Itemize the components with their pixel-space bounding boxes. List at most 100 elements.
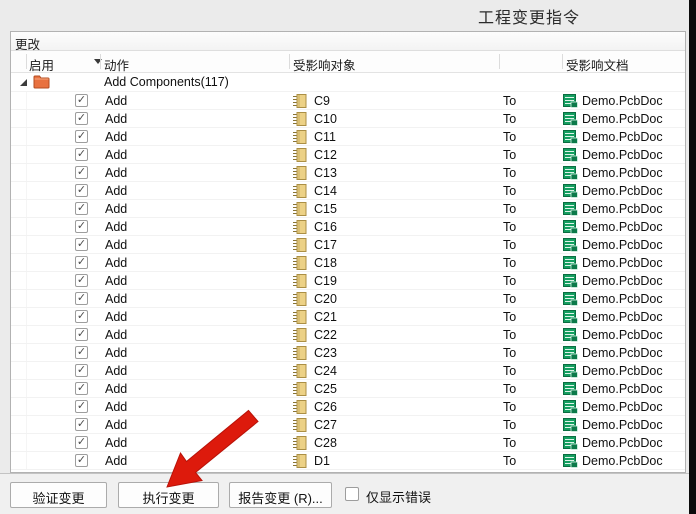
row-designator: C9	[314, 94, 330, 108]
row-to-label: To	[503, 94, 516, 108]
column-separator	[100, 54, 101, 69]
row-doc-label: Demo.PcbDoc	[582, 346, 663, 360]
column-header-object[interactable]: 受影响对象	[293, 55, 356, 74]
row-enable-checkbox[interactable]: ✓	[75, 220, 88, 233]
row-enable-checkbox[interactable]: ✓	[75, 202, 88, 215]
row-designator: C10	[314, 112, 337, 126]
row-enable-checkbox[interactable]: ✓	[75, 400, 88, 413]
table-row[interactable]: ✓ Add C21 To Demo.PcbDoc	[11, 308, 685, 326]
table-row[interactable]: ✓ Add C23 To Demo.PcbDoc	[11, 344, 685, 362]
execute-changes-button[interactable]: 执行变更	[118, 482, 219, 508]
row-enable-checkbox[interactable]: ✓	[75, 238, 88, 251]
tree-expand-icon[interactable]	[19, 78, 28, 87]
report-changes-button[interactable]: 报告变更 (R)...	[229, 482, 332, 508]
row-enable-checkbox[interactable]: ✓	[75, 274, 88, 287]
table-row[interactable]: ✓ Add C18 To Demo.PcbDoc	[11, 254, 685, 272]
row-action-label: Add	[105, 364, 127, 378]
pcbdoc-icon	[563, 418, 578, 432]
table-row[interactable]: ✓ Add C11 To Demo.PcbDoc	[11, 128, 685, 146]
table-row[interactable]: ✓ Add C15 To Demo.PcbDoc	[11, 200, 685, 218]
row-enable-checkbox[interactable]: ✓	[75, 130, 88, 143]
row-designator: C22	[314, 328, 337, 342]
row-enable-checkbox[interactable]: ✓	[75, 292, 88, 305]
row-enable-checkbox[interactable]: ✓	[75, 94, 88, 107]
row-doc-label: Demo.PcbDoc	[582, 184, 663, 198]
screenshot-edge-strip	[689, 0, 696, 514]
chip-icon	[292, 166, 308, 180]
table-row[interactable]: ✓ Add C12 To Demo.PcbDoc	[11, 146, 685, 164]
row-to-label: To	[503, 346, 516, 360]
row-designator: C28	[314, 436, 337, 450]
table-row[interactable]: ✓ Add D1 To Demo.PcbDoc	[11, 452, 685, 470]
table-row[interactable]: ✓ Add C19 To Demo.PcbDoc	[11, 272, 685, 290]
row-designator: C14	[314, 184, 337, 198]
table-row[interactable]: ✓ Add C13 To Demo.PcbDoc	[11, 164, 685, 182]
row-to-label: To	[503, 292, 516, 306]
row-doc-label: Demo.PcbDoc	[582, 328, 663, 342]
row-enable-checkbox[interactable]: ✓	[75, 256, 88, 269]
validate-changes-button[interactable]: 验证变更	[10, 482, 107, 508]
only-show-errors-checkbox[interactable]	[345, 487, 359, 501]
row-doc-label: Demo.PcbDoc	[582, 202, 663, 216]
row-to-label: To	[503, 418, 516, 432]
row-designator: C17	[314, 238, 337, 252]
chip-icon	[292, 202, 308, 216]
row-enable-checkbox[interactable]: ✓	[75, 364, 88, 377]
row-enable-checkbox[interactable]: ✓	[75, 112, 88, 125]
pcbdoc-icon	[563, 436, 578, 450]
row-to-label: To	[503, 310, 516, 324]
row-doc-label: Demo.PcbDoc	[582, 220, 663, 234]
table-row[interactable]: ✓ Add C26 To Demo.PcbDoc	[11, 398, 685, 416]
pcbdoc-icon	[563, 400, 578, 414]
table-row[interactable]: ✓ Add C22 To Demo.PcbDoc	[11, 326, 685, 344]
row-enable-checkbox[interactable]: ✓	[75, 454, 88, 467]
pcbdoc-icon	[563, 454, 578, 468]
row-enable-checkbox[interactable]: ✓	[75, 346, 88, 359]
row-enable-checkbox[interactable]: ✓	[75, 184, 88, 197]
pcbdoc-icon	[563, 238, 578, 252]
row-enable-checkbox[interactable]: ✓	[75, 382, 88, 395]
row-to-label: To	[503, 436, 516, 450]
row-enable-checkbox[interactable]: ✓	[75, 436, 88, 449]
row-enable-checkbox[interactable]: ✓	[75, 310, 88, 323]
table-row[interactable]: ✓ Add C14 To Demo.PcbDoc	[11, 182, 685, 200]
row-designator: C11	[314, 130, 336, 144]
group-row-add-components[interactable]: Add Components(117)	[11, 73, 685, 92]
row-designator: D1	[314, 454, 330, 468]
table-row[interactable]: ✓ Add C27 To Demo.PcbDoc	[11, 416, 685, 434]
column-header-doc[interactable]: 受影响文档	[566, 55, 629, 74]
row-to-label: To	[503, 274, 516, 288]
table-row[interactable]: ✓ Add C24 To Demo.PcbDoc	[11, 362, 685, 380]
pcbdoc-icon	[563, 166, 578, 180]
row-doc-label: Demo.PcbDoc	[582, 148, 663, 162]
table-row[interactable]: ✓ Add C10 To Demo.PcbDoc	[11, 110, 685, 128]
table-row[interactable]: ✓ Add C16 To Demo.PcbDoc	[11, 218, 685, 236]
column-separator	[289, 54, 290, 69]
column-header-action[interactable]: 动作	[104, 55, 129, 74]
row-action-label: Add	[105, 112, 127, 126]
chip-icon	[292, 310, 308, 324]
row-enable-checkbox[interactable]: ✓	[75, 166, 88, 179]
row-doc-label: Demo.PcbDoc	[582, 238, 663, 252]
chip-icon	[292, 94, 308, 108]
chip-icon	[292, 112, 308, 126]
chip-icon	[292, 220, 308, 234]
row-to-label: To	[503, 364, 516, 378]
table-row[interactable]: ✓ Add C25 To Demo.PcbDoc	[11, 380, 685, 398]
table-row[interactable]: ✓ Add C28 To Demo.PcbDoc	[11, 434, 685, 452]
dialog-titlebar: 工程变更指令	[0, 0, 689, 31]
pcbdoc-icon	[563, 130, 578, 144]
pcbdoc-icon	[563, 220, 578, 234]
table-row[interactable]: ✓ Add C9 To Demo.PcbDoc	[11, 92, 685, 110]
pcbdoc-icon	[563, 202, 578, 216]
table-row[interactable]: ✓ Add C17 To Demo.PcbDoc	[11, 236, 685, 254]
row-enable-checkbox[interactable]: ✓	[75, 148, 88, 161]
only-show-errors-label: 仅显示错误	[366, 487, 431, 506]
column-header-enable[interactable]: 启用	[29, 55, 54, 74]
row-enable-checkbox[interactable]: ✓	[75, 418, 88, 431]
row-action-label: Add	[105, 436, 127, 450]
row-enable-checkbox[interactable]: ✓	[75, 328, 88, 341]
row-designator: C18	[314, 256, 337, 270]
table-row[interactable]: ✓ Add C20 To Demo.PcbDoc	[11, 290, 685, 308]
chip-icon	[292, 148, 308, 162]
